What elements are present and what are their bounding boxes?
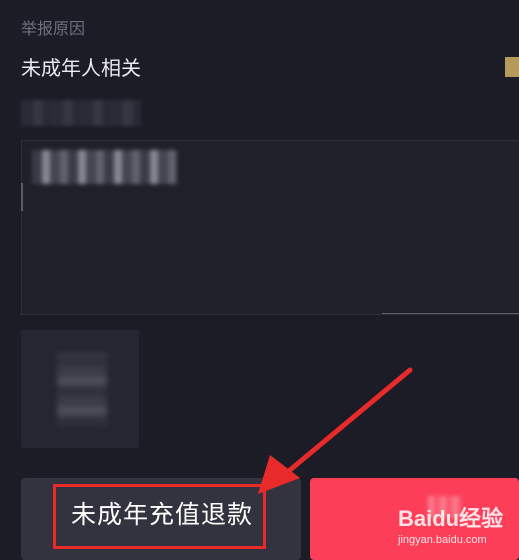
- baidu-jingyan-watermark: Baidu经验 jingyan.baidu.com: [398, 508, 503, 547]
- check-icon: [505, 57, 519, 77]
- section-label: 举报原因: [21, 19, 86, 38]
- selected-reason[interactable]: 未成年人相关: [21, 52, 141, 81]
- button-label: 未成年充值退款: [71, 500, 254, 529]
- report-page: 举报原因 未成年人相关 未成年充值退款 Baidu经验 jingyan.baid…: [0, 0, 519, 560]
- text-cursor: [21, 183, 23, 211]
- blurred-description-text: [32, 150, 177, 184]
- blurred-field-label: [21, 100, 141, 126]
- watermark-brand: Baidu经验: [398, 506, 504, 531]
- minor-recharge-refund-button[interactable]: 未成年充值退款: [21, 478, 301, 560]
- blurred-image-content: [57, 354, 107, 426]
- watermark-url: jingyan.baidu.com: [398, 534, 487, 546]
- textarea-underline: [382, 313, 519, 314]
- uploaded-image-thumbnail[interactable]: [21, 330, 139, 448]
